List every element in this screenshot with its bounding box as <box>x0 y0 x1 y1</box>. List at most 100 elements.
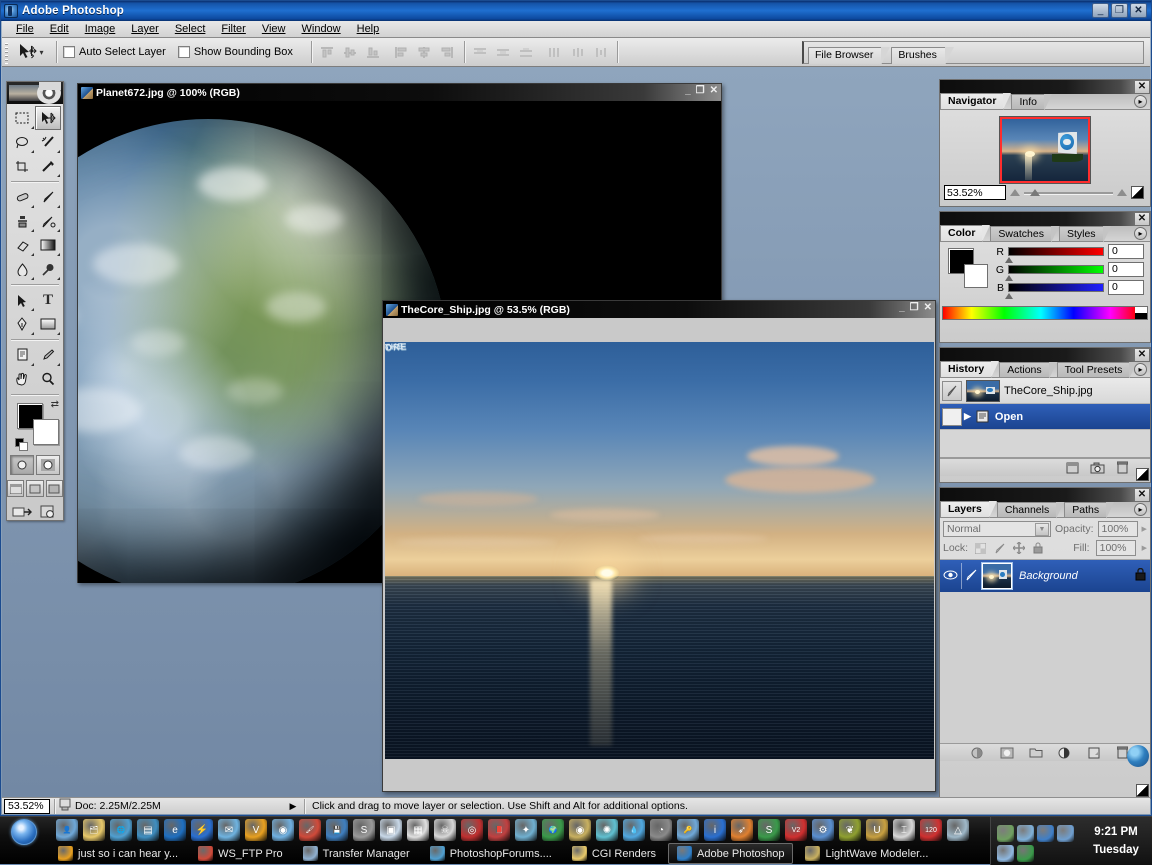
tab-brushes[interactable]: Brushes <box>891 47 946 64</box>
menu-image[interactable]: Image <box>77 22 124 36</box>
delete-state-icon[interactable] <box>1115 461 1130 475</box>
menu-view[interactable]: View <box>254 22 294 36</box>
new-adjustment-layer-icon[interactable] <box>1057 746 1072 760</box>
ql-calendar-icon[interactable]: ▦ <box>407 819 429 841</box>
menu-file[interactable]: File <box>8 22 42 36</box>
tab-color[interactable]: Color <box>940 225 983 241</box>
history-palette-menu-icon[interactable]: ▸ <box>1134 363 1147 376</box>
swap-colors-icon[interactable]: ⇄ <box>51 399 59 410</box>
crop-tool[interactable] <box>9 154 35 178</box>
tray-clock-day[interactable]: Tuesday <box>1085 841 1147 859</box>
zoom-tool[interactable] <box>35 367 61 391</box>
history-resize-grip[interactable] <box>1136 468 1149 481</box>
ql-earth-icon[interactable]: 🌍 <box>542 819 564 841</box>
align-right-edges-button[interactable] <box>438 43 458 61</box>
ql-disk-icon[interactable]: 💾 <box>326 819 348 841</box>
history-close-icon[interactable]: ✕ <box>1134 348 1150 362</box>
distribute-right-edges-button[interactable] <box>591 43 611 61</box>
snapshot-brush-icon[interactable] <box>942 381 962 401</box>
navigator-title-bar[interactable]: ✕ <box>940 80 1150 94</box>
clone-stamp-tool[interactable] <box>9 209 35 233</box>
task-wsftp[interactable]: WS_FTP Pro <box>190 843 291 864</box>
navigator-close-icon[interactable]: ✕ <box>1134 80 1150 94</box>
menu-select[interactable]: Select <box>167 22 214 36</box>
channel-b-value[interactable]: 0 <box>1108 280 1144 295</box>
eraser-tool[interactable] <box>9 233 35 257</box>
standard-screen-mode-button[interactable] <box>7 480 24 497</box>
tray-lightwave-icon[interactable] <box>997 825 1014 842</box>
jump-to-imageready-icon[interactable] <box>11 503 33 521</box>
distribute-vertical-centers-button[interactable] <box>494 43 514 61</box>
navigator-thumbnail[interactable] <box>999 116 1091 184</box>
distribute-left-edges-button[interactable] <box>545 43 565 61</box>
ql-window-icon[interactable]: ▣ <box>380 819 402 841</box>
pen-tool[interactable] <box>9 312 35 336</box>
align-top-edges-button[interactable] <box>318 43 338 61</box>
lock-position-icon[interactable] <box>1012 542 1025 555</box>
tab-file-browser[interactable]: File Browser <box>808 47 882 64</box>
slice-tool[interactable] <box>35 154 61 178</box>
lock-all-icon[interactable] <box>1031 542 1044 555</box>
distribute-top-edges-button[interactable] <box>471 43 491 61</box>
ship-canvas[interactable]: THE ORE <box>385 342 934 759</box>
ql-leaf-icon[interactable]: ❦ <box>839 819 861 841</box>
opacity-slider-arrow-icon[interactable]: ▶ <box>1142 525 1147 533</box>
notes-tool[interactable] <box>9 343 35 367</box>
ql-v2-icon[interactable]: V2 <box>785 819 807 841</box>
ql-target-icon[interactable]: ◎ <box>461 819 483 841</box>
eyedropper-tool[interactable] <box>35 343 61 367</box>
blend-mode-select[interactable]: Normal ▼ <box>943 521 1051 537</box>
history-state-row[interactable]: ▶ Open <box>940 404 1150 430</box>
path-selection-tool[interactable] <box>9 288 35 312</box>
align-left-edges-button[interactable] <box>392 43 412 61</box>
toolbox-collapse-button[interactable] <box>39 82 61 90</box>
layer-name-background[interactable]: Background <box>1019 570 1132 582</box>
spectrum-white-black-swatch[interactable] <box>1135 307 1147 319</box>
history-brush-tool[interactable] <box>35 209 61 233</box>
tab-navigator[interactable]: Navigator <box>940 93 1004 109</box>
ql-lightwave2-icon[interactable]: ✺ <box>596 819 618 841</box>
ql-mail-icon[interactable]: ✉ <box>218 819 240 841</box>
start-button[interactable] <box>2 819 46 845</box>
menu-filter[interactable]: Filter <box>213 22 253 36</box>
full-screen-mode-button[interactable] <box>46 480 63 497</box>
status-zoom-field[interactable]: 53.52% <box>4 799 50 814</box>
ql-globe-icon[interactable]: 🌐 <box>110 819 132 841</box>
status-menu-arrow-icon[interactable]: ▶ <box>286 801 300 812</box>
ql-notes-icon[interactable]: ▤ <box>137 819 159 841</box>
task-transfer-manager[interactable]: Transfer Manager <box>295 843 418 864</box>
menu-layer[interactable]: Layer <box>123 22 167 36</box>
planet-maximize-button[interactable]: ❐ <box>696 85 705 96</box>
magic-wand-tool[interactable] <box>35 130 61 154</box>
close-button[interactable]: ✕ <box>1130 3 1147 18</box>
ship-maximize-button[interactable]: ❐ <box>910 302 919 313</box>
healing-brush-tool[interactable] <box>9 185 35 209</box>
type-tool[interactable]: T <box>35 288 61 312</box>
ql-gear-icon[interactable]: ⚙ <box>812 819 834 841</box>
full-screen-with-menubar-button[interactable] <box>26 480 43 497</box>
layer-style-icon[interactable] <box>970 746 985 760</box>
tool-preset-chevron-icon[interactable]: ▾ <box>39 48 43 57</box>
channel-g-value[interactable]: 0 <box>1108 262 1144 277</box>
navigator-palette-menu-icon[interactable]: ▸ <box>1134 95 1147 108</box>
brush-tool[interactable] <box>35 185 61 209</box>
menu-window[interactable]: Window <box>294 22 349 36</box>
move-tool[interactable] <box>35 106 61 130</box>
lasso-tool[interactable] <box>9 130 35 154</box>
history-snapshot-row[interactable]: TheCore_Ship.jpg <box>940 378 1150 404</box>
ql-120-icon[interactable]: 120 <box>920 819 942 841</box>
jump-to-browser-icon[interactable] <box>37 503 59 521</box>
task-cgi-renders[interactable]: CGI Renders <box>564 843 664 864</box>
current-tool-icon[interactable]: ▾ <box>12 40 50 65</box>
tray-clock-time[interactable]: 9:21 PM <box>1085 823 1147 841</box>
lock-image-pixels-icon[interactable] <box>993 542 1006 555</box>
restore-button[interactable]: ❐ <box>1111 3 1128 18</box>
tab-tool-presets[interactable]: Tool Presets <box>1057 362 1131 377</box>
layers-resize-grip[interactable] <box>1136 784 1149 797</box>
layer-mask-icon[interactable] <box>999 746 1014 760</box>
tab-info[interactable]: Info <box>1011 94 1045 109</box>
navigator-zoom-in-icon[interactable] <box>1117 189 1127 196</box>
ql-pyramid-icon[interactable]: △ <box>947 819 969 841</box>
navigator-zoom-slider[interactable] <box>1024 186 1113 198</box>
show-bounding-box-box[interactable] <box>178 46 190 58</box>
